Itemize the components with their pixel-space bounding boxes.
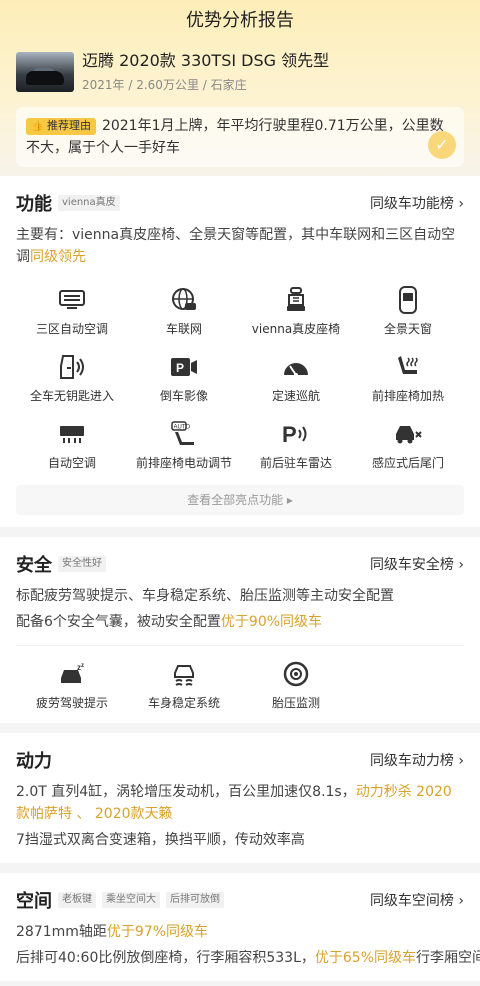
feature-item[interactable]: 定速巡航 <box>240 353 352 404</box>
space-tag: 乘坐空间大 <box>102 892 160 908</box>
car-thumbnail[interactable] <box>16 51 74 92</box>
feature-item[interactable]: 前排座椅加热 <box>352 353 464 404</box>
space-tag: 老板键 <box>58 892 96 908</box>
feature-item[interactable]: 感应式后尾门 <box>352 420 464 471</box>
feature-item[interactable]: 自动空调 <box>16 420 128 471</box>
function-tag: vienna真皮 <box>58 195 120 211</box>
function-desc: 主要有：vienna真皮座椅、全景天窗等配置，其中车联网和三区自动空调同级领先 <box>16 227 456 265</box>
car-city: 石家庄 <box>210 78 247 92</box>
power-rank-link[interactable]: 同级车动力榜 › <box>370 750 464 770</box>
power-seat-icon: AUTO <box>170 420 198 448</box>
car-name: 迈腾 2020款 330TSI DSG 领先型 <box>82 51 330 70</box>
feature-item[interactable]: 车联网 <box>128 286 240 337</box>
feature-item[interactable]: AUTO 前排座椅电动调节 <box>128 420 240 471</box>
safety-desc: 标配疲劳驾驶提示、车身稳定系统、胎压监测等主动安全配置 配备6个安全气囊，被动安… <box>16 588 394 630</box>
svg-text:AUTO: AUTO <box>174 425 191 431</box>
check-badge-icon: ✓ <box>428 131 456 159</box>
space-desc: 2871mm轴距优于97%同级车 后排可40:60比例放倒座椅，行李厢容积533… <box>16 924 480 966</box>
function-section: 功能 vienna真皮 同级车功能榜 › 主要有：vienna真皮座椅、全景天窗… <box>0 176 480 527</box>
svg-text:z: z <box>81 663 84 669</box>
function-grid: 三区自动空调 车联网 vienna真皮座椅 全景天窗 全车无钥匙进入 P 倒车影… <box>16 286 464 471</box>
car-meta: 2021年 / 2.60万公里 / 石家庄 <box>82 78 247 92</box>
safety-rank-link[interactable]: 同级车安全榜 › <box>370 554 464 574</box>
globe-car-icon <box>170 286 198 314</box>
stability-icon <box>170 660 198 688</box>
safety-section: 安全 安全性好 同级车安全榜 › 标配疲劳驾驶提示、车身稳定系统、胎压监测等主动… <box>0 537 480 723</box>
view-all-features-button[interactable]: 查看全部亮点功能 ▸ <box>16 485 464 515</box>
divider <box>16 645 464 646</box>
recommend-reason: 👍 推荐理由 2021年1月上牌，年平均行驶里程0.71万公里，公里数不大，属于个… <box>16 107 464 167</box>
thumb-up-icon: 👍 <box>31 121 44 132</box>
page-title: 优势分析报告 <box>186 10 294 31</box>
auto-ac-icon <box>58 420 86 448</box>
feature-item[interactable]: 全景天窗 <box>352 286 464 337</box>
power-desc: 2.0T 直列4缸，涡轮增压发动机，百公里加速仅8.1s，动力秒杀 2020款帕… <box>16 784 452 848</box>
feature-item[interactable]: vienna真皮座椅 <box>240 286 352 337</box>
space-title: 空间 <box>16 891 52 912</box>
feature-item[interactable]: 全车无钥匙进入 <box>16 353 128 404</box>
ac-panel-icon <box>58 286 86 314</box>
safety-title: 安全 <box>16 555 52 576</box>
report-header: 优势分析报告 迈腾 2020款 330TSI DSG 领先型 2021年 / 2… <box>0 0 480 176</box>
seat-heat-icon <box>394 353 422 381</box>
space-tag: 后排可放倒 <box>166 892 224 908</box>
feature-item[interactable]: 胎压监测 <box>240 660 352 711</box>
car-year: 2021年 <box>82 78 125 92</box>
car-mileage: 2.60万公里 <box>136 78 199 92</box>
cruise-gauge-icon <box>282 353 310 381</box>
feature-item[interactable]: zz 疲劳驾驶提示 <box>16 660 128 711</box>
safety-grid: zz 疲劳驾驶提示 车身稳定系统 胎压监测 <box>16 660 464 711</box>
function-rank-link[interactable]: 同级车功能榜 › <box>370 193 464 213</box>
space-rank-link[interactable]: 同级车空间榜 › <box>370 890 464 910</box>
reverse-camera-icon: P <box>170 353 198 381</box>
svg-text:P: P <box>282 422 297 446</box>
power-section: 动力 同级车动力榜 › 2.0T 直列4缸，涡轮增压发动机，百公里加速仅8.1s… <box>0 733 480 863</box>
function-title: 功能 <box>16 194 52 215</box>
fatigue-icon: zz <box>58 660 86 688</box>
feature-item[interactable]: P 前后驻车雷达 <box>240 420 352 471</box>
parking-radar-icon: P <box>282 420 310 448</box>
sunroof-icon <box>394 286 422 314</box>
tire-pressure-icon <box>282 660 310 688</box>
svg-text:P: P <box>176 361 184 375</box>
tailgate-icon <box>394 420 422 448</box>
recommend-badge: 👍 推荐理由 <box>26 118 96 135</box>
car-summary[interactable]: 迈腾 2020款 330TSI DSG 领先型 2021年 / 2.60万公里 … <box>16 50 464 93</box>
keyless-door-icon <box>58 353 86 381</box>
power-title: 动力 <box>16 751 52 772</box>
feature-item[interactable]: 三区自动空调 <box>16 286 128 337</box>
feature-item[interactable]: P 倒车影像 <box>128 353 240 404</box>
space-section: 空间 老板键 乘坐空间大 后排可放倒 同级车空间榜 › 2871mm轴距优于97… <box>0 873 480 981</box>
seat-icon <box>282 286 310 314</box>
safety-tag: 安全性好 <box>58 556 106 572</box>
feature-item[interactable]: 车身稳定系统 <box>128 660 240 711</box>
